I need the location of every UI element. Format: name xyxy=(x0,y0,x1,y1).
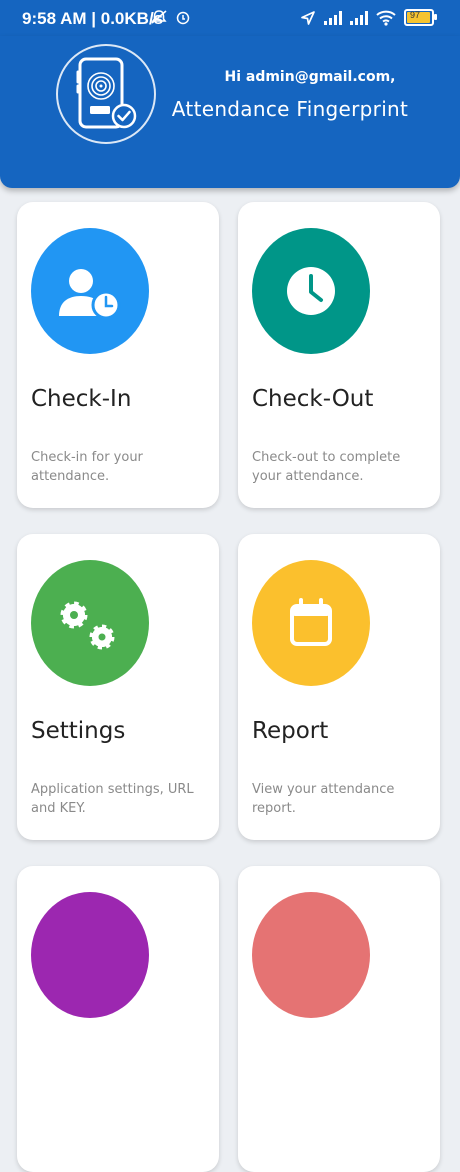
report-title: Report xyxy=(252,718,329,744)
report-description: View your attendance report. xyxy=(252,782,395,816)
app-header: Hi admin@gmail.com, Attendance Fingerpri… xyxy=(0,36,460,188)
menu-card-6-icon-circle xyxy=(252,892,370,1018)
checkout-icon-circle xyxy=(252,228,370,354)
signal-icon xyxy=(324,10,342,25)
battery-icon: 97 xyxy=(404,9,437,26)
checkin-description: Check-in for your attendance. xyxy=(31,450,143,484)
signal-icon xyxy=(350,10,368,25)
location-icon xyxy=(301,10,315,25)
fingerprint-phone-icon xyxy=(76,57,137,129)
checkin-card[interactable]: Check-In Check-in for your attendance. xyxy=(17,202,219,508)
report-card[interactable]: Report View your attendance report. xyxy=(238,534,440,840)
settings-card[interactable]: Settings Application settings, URL and K… xyxy=(17,534,219,840)
greeting-text: Hi admin@gmail.com, xyxy=(224,69,396,85)
checkout-title: Check-Out xyxy=(252,386,374,412)
settings-description: Application settings, URL and KEY. xyxy=(31,782,194,816)
app-logo xyxy=(56,44,156,144)
checkout-card[interactable]: Check-Out Check-out to complete your att… xyxy=(238,202,440,508)
checkout-description: Check-out to complete your attendance. xyxy=(252,450,401,484)
menu-card-6[interactable] xyxy=(238,866,440,1172)
calendar-icon xyxy=(290,598,332,646)
sync-icon xyxy=(176,11,190,25)
checkin-title: Check-In xyxy=(31,386,132,412)
status-bar: 9:58 AM | 0.0KB/s 97 xyxy=(0,0,460,36)
menu-card-5-icon-circle xyxy=(31,892,149,1018)
clock-icon xyxy=(287,267,335,315)
settings-title: Settings xyxy=(31,718,126,744)
checkin-icon-circle xyxy=(31,228,149,354)
status-time: 9:58 AM | 0.0KB/s xyxy=(22,9,164,28)
wifi-icon xyxy=(376,10,396,26)
settings-icon-circle xyxy=(31,560,149,686)
battery-level: 97 xyxy=(410,10,421,20)
menu-card-5[interactable] xyxy=(17,866,219,1172)
mute-icon xyxy=(151,10,167,24)
app-title: Attendance Fingerprint xyxy=(171,97,409,121)
report-icon-circle xyxy=(252,560,370,686)
user-clock-icon xyxy=(59,269,121,320)
gears-icon xyxy=(60,601,115,650)
